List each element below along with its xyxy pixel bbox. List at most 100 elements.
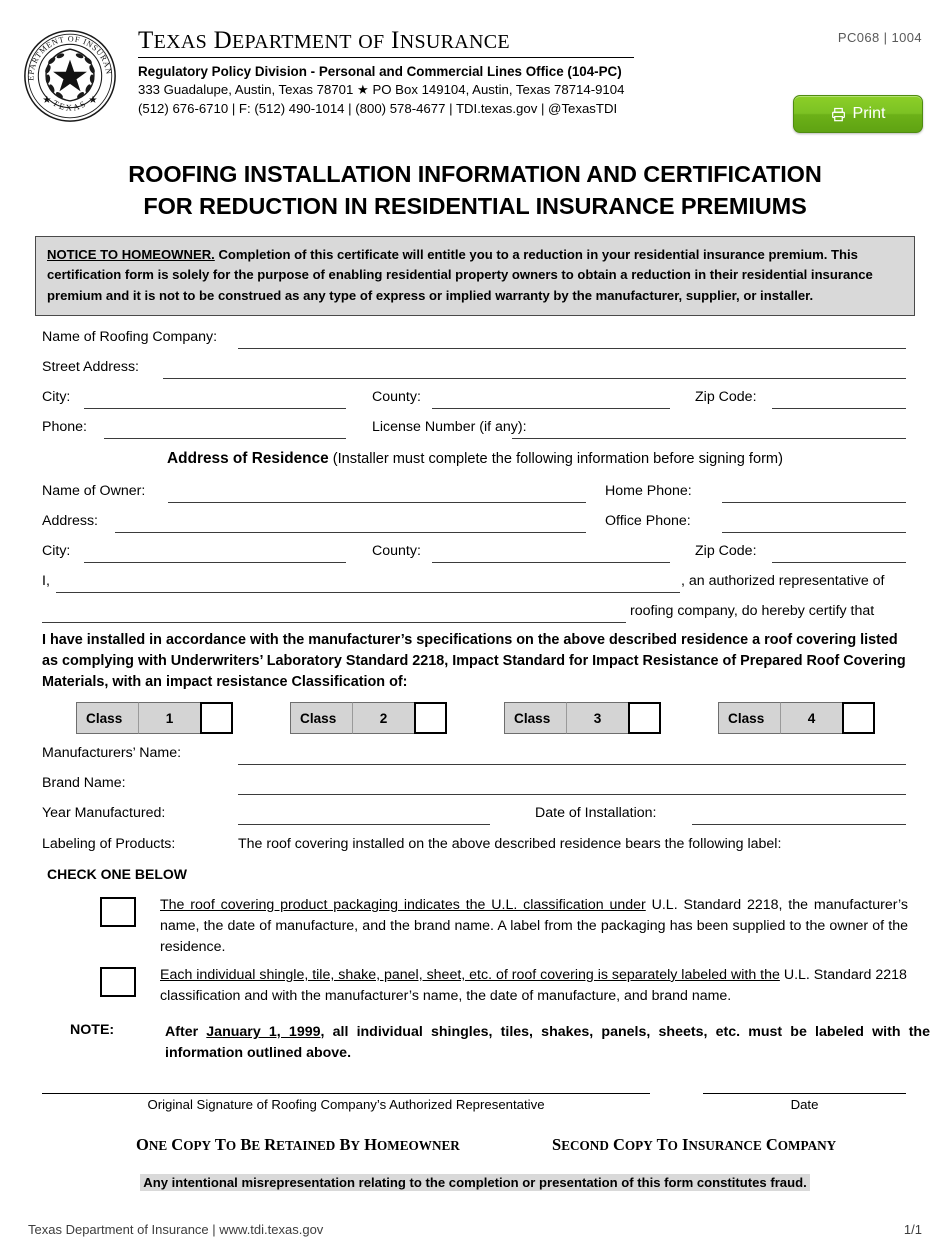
label-i: I, — [42, 573, 50, 589]
field-row-company-phone-license: Phone: License Number (if any): — [0, 419, 950, 449]
class-3-checkbox[interactable] — [628, 702, 661, 734]
input-home-phone[interactable] — [722, 502, 906, 503]
residence-section-subtitle: (Installer must complete the following i… — [332, 451, 783, 467]
text-do-hereby-certify: roofing company, do hereby certify that — [630, 603, 875, 619]
class-2-label: Class — [290, 702, 352, 734]
label-residence-county: County: — [372, 543, 421, 559]
label-street-address: Street Address: — [42, 359, 139, 375]
text-authorized-representative: , an authorized representative of — [681, 573, 885, 589]
text-labeling-of-products: The roof covering installed on the above… — [238, 836, 782, 852]
class-option-2[interactable]: Class 2 — [290, 702, 447, 734]
document-title: ROOFING INSTALLATION INFORMATION AND CER… — [0, 158, 950, 223]
document-title-line1: ROOFING INSTALLATION INFORMATION AND CER… — [128, 161, 822, 187]
label-residence-city: City: — [42, 543, 71, 559]
label-option-2-text: Each individual shingle, tile, shake, pa… — [160, 965, 908, 1007]
input-company-phone[interactable] — [104, 438, 346, 439]
field-row-residence-address-officephone: Address: Office Phone: — [0, 513, 950, 543]
label-company-county: County: — [372, 389, 421, 405]
input-representative-name[interactable] — [56, 592, 680, 593]
class-4-checkbox[interactable] — [842, 702, 875, 734]
input-company-name[interactable] — [238, 348, 906, 349]
label-option-1-checkbox[interactable] — [100, 897, 136, 927]
class-4-number: 4 — [780, 702, 842, 734]
document-title-line2: FOR REDUCTION IN RESIDENTIAL INSURANCE P… — [143, 193, 807, 220]
field-row-labeling-of-products: Labeling of Products: The roof covering … — [0, 836, 950, 866]
class-option-1[interactable]: Class 1 — [76, 702, 233, 734]
input-residence-address[interactable] — [115, 532, 586, 533]
label-option-2-checkbox[interactable] — [100, 967, 136, 997]
footer-page-number: 1/1 — [903, 1222, 922, 1237]
class-2-number: 2 — [352, 702, 414, 734]
note-label: NOTE: — [70, 1022, 115, 1038]
signature-line[interactable] — [42, 1093, 650, 1094]
label-license-number: License Number (if any): — [372, 419, 527, 435]
class-1-number: 1 — [138, 702, 200, 734]
tdi-seal-logo: DEPARTMENT OF INSURANCE TEXAS — [19, 21, 118, 124]
printer-icon — [831, 107, 846, 122]
class-3-number: 3 — [566, 702, 628, 734]
input-company-zip[interactable] — [772, 408, 906, 409]
class-4-label: Class — [718, 702, 780, 734]
field-row-owner-homephone: Name of Owner: Home Phone: — [0, 483, 950, 513]
label-residence-address: Address: — [42, 513, 98, 529]
label-option-1-underlined: The roof covering product packaging indi… — [160, 897, 646, 913]
field-row-manufacturers-name: Manufacturers’ Name: — [0, 745, 950, 775]
field-row-roofing-company: roofing company, do hereby certify that — [0, 603, 950, 633]
class-option-3[interactable]: Class 3 — [504, 702, 661, 734]
class-1-checkbox[interactable] — [200, 702, 233, 734]
class-option-4[interactable]: Class 4 — [718, 702, 875, 734]
fraud-notice-text: Any intentional misrepresentation relati… — [140, 1174, 810, 1191]
class-1-label: Class — [76, 702, 138, 734]
field-row-brand-name: Brand Name: — [0, 775, 950, 805]
label-company-city: City: — [42, 389, 71, 405]
signature-caption: Original Signature of Roofing Company’s … — [147, 1097, 545, 1112]
field-row-year-install-date: Year Manufactured: Date of Installation: — [0, 805, 950, 835]
input-license-number[interactable] — [512, 438, 906, 439]
label-option-1-text: The roof covering product packaging indi… — [160, 895, 908, 958]
field-row-company-name: Name of Roofing Company: — [0, 329, 950, 359]
fraud-notice: Any intentional misrepresentation relati… — [0, 1174, 950, 1192]
input-residence-city[interactable] — [84, 562, 346, 563]
input-street-address[interactable] — [163, 378, 906, 379]
org-division: Regulatory Policy Division - Personal an… — [138, 64, 622, 80]
label-owner-name: Name of Owner: — [42, 483, 146, 499]
label-home-phone: Home Phone: — [605, 483, 692, 499]
input-residence-zip[interactable] — [772, 562, 906, 563]
label-residence-zip: Zip Code: — [695, 543, 757, 559]
page-header: DEPARTMENT OF INSURANCE TEXAS — [0, 0, 950, 145]
header-rule — [138, 57, 634, 59]
note-underlined-date: January 1, 1999 — [206, 1024, 321, 1040]
input-date-of-installation[interactable] — [692, 824, 906, 825]
copy-note-homeowner: ONE COPY TO BE RETAINED BY HOMEOWNER — [136, 1135, 460, 1154]
residence-section-heading: Address of Residence (Installer must com… — [0, 450, 950, 468]
certification-statement: I have installed in accordance with the … — [42, 632, 906, 691]
input-owner-name[interactable] — [168, 502, 586, 503]
field-row-company-city-county-zip: City: County: Zip Code: — [0, 389, 950, 419]
date-line[interactable] — [703, 1093, 906, 1094]
label-manufacturers-name: Manufacturers’ Name: — [42, 745, 182, 761]
field-row-residence-city-county-zip: City: County: Zip Code: — [0, 543, 950, 573]
print-button[interactable]: Print — [793, 95, 923, 133]
org-name: TEXAS DEPARTMENT OF INSURANCE — [138, 27, 510, 54]
org-identity-block: TEXAS DEPARTMENT OF INSURANCE Regulatory… — [138, 27, 648, 119]
impact-classification-row: Class 1 Class 2 Class 3 Class 4 — [0, 702, 950, 736]
check-one-heading: CHECK ONE BELOW — [47, 866, 187, 882]
input-company-city[interactable] — [84, 408, 346, 409]
field-row-representative: I, , an authorized representative of — [0, 573, 950, 603]
label-year-manufactured: Year Manufactured: — [42, 805, 166, 821]
input-manufacturers-name[interactable] — [238, 764, 906, 765]
notice-to-homeowner: NOTICE TO HOMEOWNER. Completion of this … — [35, 236, 915, 316]
form-code: PC068 | 1004 — [837, 30, 922, 45]
input-year-manufactured[interactable] — [238, 824, 490, 825]
input-roofing-company-name[interactable] — [42, 622, 626, 623]
label-office-phone: Office Phone: — [605, 513, 691, 529]
class-2-checkbox[interactable] — [414, 702, 447, 734]
input-office-phone[interactable] — [722, 532, 906, 533]
label-company-zip: Zip Code: — [695, 389, 757, 405]
input-company-county[interactable] — [432, 408, 670, 409]
input-residence-county[interactable] — [432, 562, 670, 563]
note-text: After January 1, 1999, all individual sh… — [165, 1022, 930, 1064]
copy-note-insurance-company: SECOND COPY TO INSURANCE COMPANY — [552, 1135, 837, 1154]
input-brand-name[interactable] — [238, 794, 906, 795]
field-row-street-address: Street Address: — [0, 359, 950, 389]
